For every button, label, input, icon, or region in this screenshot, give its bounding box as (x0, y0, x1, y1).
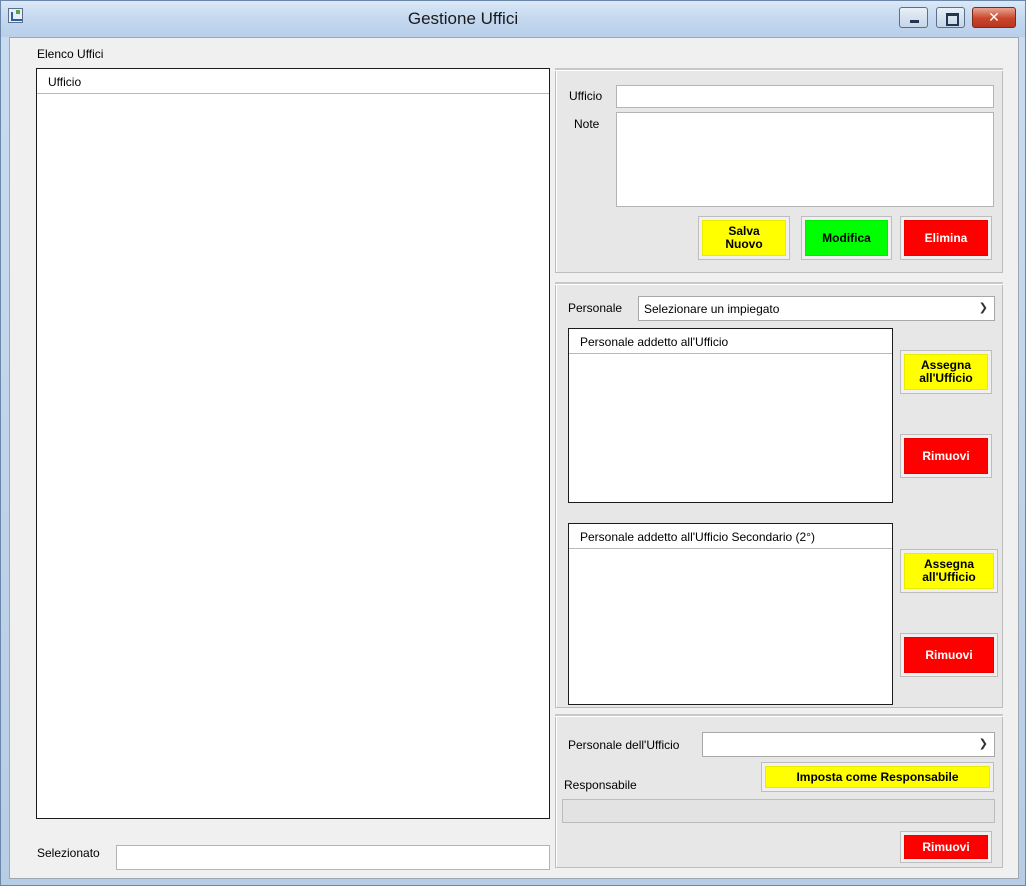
delete-button[interactable]: Elimina (900, 216, 992, 260)
manager-label: Responsabile (564, 778, 637, 792)
app-window: Gestione Uffici Elenco Uffici Ufficio Se… (0, 0, 1026, 886)
close-button[interactable] (972, 7, 1016, 28)
assign-secondary-button[interactable]: Assegna all'Ufficio (900, 549, 998, 593)
title-bar[interactable]: Gestione Uffici (1, 1, 1025, 37)
personale-label: Personale (568, 301, 623, 315)
selected-field[interactable] (116, 845, 550, 870)
manager-display-field (562, 799, 995, 823)
office-list[interactable]: Ufficio (36, 68, 550, 819)
office-list-column-header[interactable]: Ufficio (37, 69, 549, 94)
assign-primary-button[interactable]: Assegna all'Ufficio (900, 350, 992, 394)
window-title: Gestione Uffici (407, 9, 519, 28)
selected-label: Selezionato (37, 846, 100, 860)
secondary-staff-list[interactable]: Personale addetto all'Ufficio Secondario… (568, 523, 893, 705)
personale-combobox-value: Selezionare un impiegato (644, 302, 780, 316)
staff-assignment-group: Personale Selezionare un impiegato ❯ Per… (555, 282, 1003, 708)
delete-button-label: Elimina (924, 230, 968, 245)
edit-button[interactable]: Modifica (801, 216, 892, 260)
save-new-label-line2: Nuovo (725, 237, 763, 251)
note-label: Note (574, 117, 600, 131)
personale-combobox[interactable]: Selezionare un impiegato ❯ (638, 296, 995, 321)
save-new-label-line1: Salva (728, 224, 760, 238)
manager-group: Personale dell'Ufficio ❯ Imposta come Re… (555, 714, 1003, 868)
secondary-staff-list-header[interactable]: Personale addetto all'Ufficio Secondario… (569, 524, 892, 549)
remove-primary-button[interactable]: Rimuovi (900, 434, 992, 478)
edit-button-label: Modifica (822, 230, 871, 245)
assign-secondary-label-line1: Assegna (923, 557, 975, 571)
primary-staff-list-header[interactable]: Personale addetto all'Ufficio (569, 329, 892, 354)
ufficio-input[interactable] (616, 85, 994, 108)
office-form-group: Ufficio Note Salva Nuovo Modifica Elimina (555, 68, 1003, 273)
chevron-down-icon[interactable]: ❯ (979, 301, 988, 314)
ufficio-label: Ufficio (569, 89, 603, 103)
save-new-button[interactable]: Salva Nuovo (698, 216, 790, 260)
remove-manager-button-label: Rimuovi (922, 839, 970, 854)
remove-secondary-button[interactable]: Rimuovi (900, 633, 998, 677)
assign-primary-label-line2: all'Ufficio (919, 371, 973, 385)
remove-secondary-button-label: Rimuovi (925, 647, 973, 662)
primary-staff-list[interactable]: Personale addetto all'Ufficio (568, 328, 893, 503)
client-area: Elenco Uffici Ufficio Selezionato Uffici… (9, 37, 1019, 879)
note-textarea[interactable] (616, 112, 994, 207)
set-manager-button-label: Imposta come Responsabile (796, 769, 959, 784)
assign-primary-label-line1: Assegna (920, 358, 972, 372)
minimize-button[interactable] (899, 7, 928, 28)
maximize-button[interactable] (936, 7, 965, 28)
office-list-title: Elenco Uffici (37, 47, 104, 61)
chevron-down-icon[interactable]: ❯ (979, 737, 988, 750)
remove-manager-button[interactable]: Rimuovi (900, 831, 992, 863)
office-staff-label: Personale dell'Ufficio (568, 738, 680, 752)
office-staff-combobox[interactable]: ❯ (702, 732, 995, 757)
remove-primary-button-label: Rimuovi (922, 448, 970, 463)
set-manager-button[interactable]: Imposta come Responsabile (761, 762, 994, 792)
assign-secondary-label-line2: all'Ufficio (922, 570, 976, 584)
